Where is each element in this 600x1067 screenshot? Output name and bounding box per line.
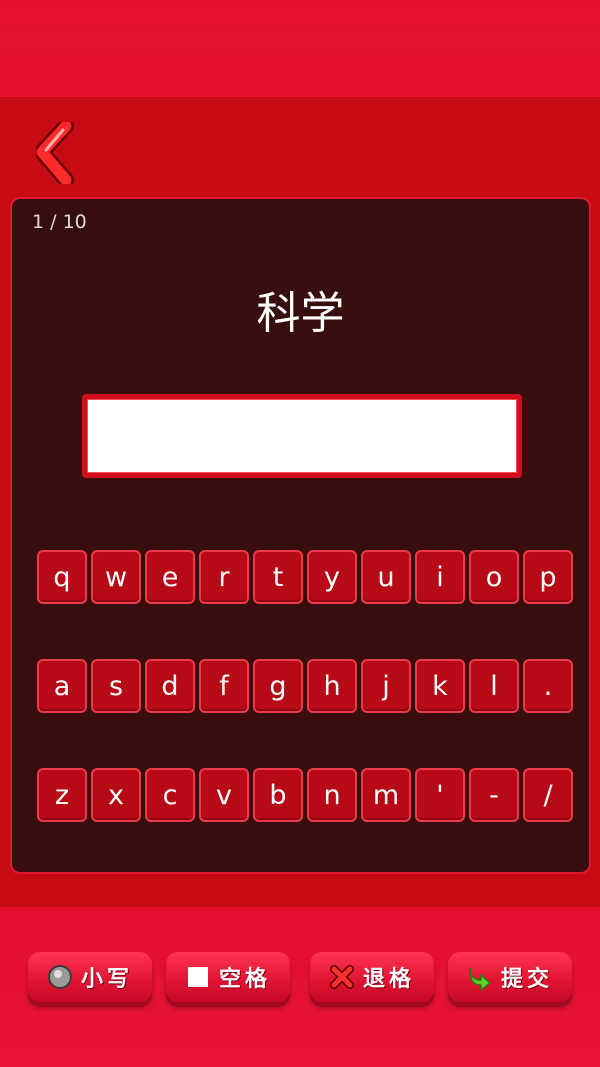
key-m[interactable]: m (361, 768, 411, 822)
key-u[interactable]: u (361, 550, 411, 604)
key-r[interactable]: r (199, 550, 249, 604)
key-y[interactable]: y (307, 550, 357, 604)
key-hyphen[interactable]: - (469, 768, 519, 822)
back-button[interactable] (34, 118, 82, 188)
key-j[interactable]: j (361, 659, 411, 713)
key-h[interactable]: h (307, 659, 357, 713)
submit-label: 提交 (500, 967, 553, 992)
key-k[interactable]: k (415, 659, 465, 713)
progress-counter: 1 / 10 (32, 211, 87, 233)
key-b[interactable]: b (253, 768, 303, 822)
key-v[interactable]: v (199, 768, 249, 822)
quiz-panel: 1 / 10 科学 qwertyuiop asdfghjkl. z x c v b n m '… (10, 197, 591, 874)
key-w[interactable]: w (91, 550, 141, 604)
key-g[interactable]: g (253, 659, 303, 713)
key-a[interactable]: a (37, 659, 87, 713)
backspace-label: 退格 (362, 967, 415, 992)
square-icon (187, 967, 208, 987)
chevron-left-icon (34, 118, 74, 188)
key-slash[interactable]: / (523, 768, 573, 822)
arrow-right-icon (469, 967, 492, 990)
key-p[interactable]: p (523, 550, 573, 604)
question-word: 科学 (256, 288, 345, 339)
backspace-button[interactable]: 退格 (310, 952, 434, 1002)
key-f[interactable]: f (199, 659, 249, 713)
key-apostrophe[interactable]: ' (415, 768, 465, 822)
space-button[interactable]: 空格 (166, 952, 290, 1002)
radio-circle-icon (47, 965, 72, 989)
key-n[interactable]: n (307, 768, 357, 822)
lowercase-button[interactable]: 小写 (28, 952, 152, 1002)
key-s[interactable]: s (91, 659, 141, 713)
key-x[interactable]: x (91, 768, 141, 822)
key-d[interactable]: d (145, 659, 195, 713)
key-l[interactable]: l (469, 659, 519, 713)
key-e[interactable]: e (145, 550, 195, 604)
x-mark-icon (329, 965, 354, 989)
key-c[interactable]: c (145, 768, 195, 822)
key-period[interactable]: . (523, 659, 573, 713)
submit-button[interactable]: 提交 (448, 952, 572, 1002)
key-i[interactable]: i (415, 550, 465, 604)
key-o[interactable]: o (469, 550, 519, 604)
answer-input[interactable] (82, 394, 522, 478)
space-label: 空格 (218, 967, 271, 992)
key-q[interactable]: q (37, 550, 87, 604)
lowercase-label: 小写 (80, 967, 133, 992)
top-strip (0, 0, 600, 97)
key-z[interactable]: z (37, 768, 87, 822)
key-t[interactable]: t (253, 550, 303, 604)
